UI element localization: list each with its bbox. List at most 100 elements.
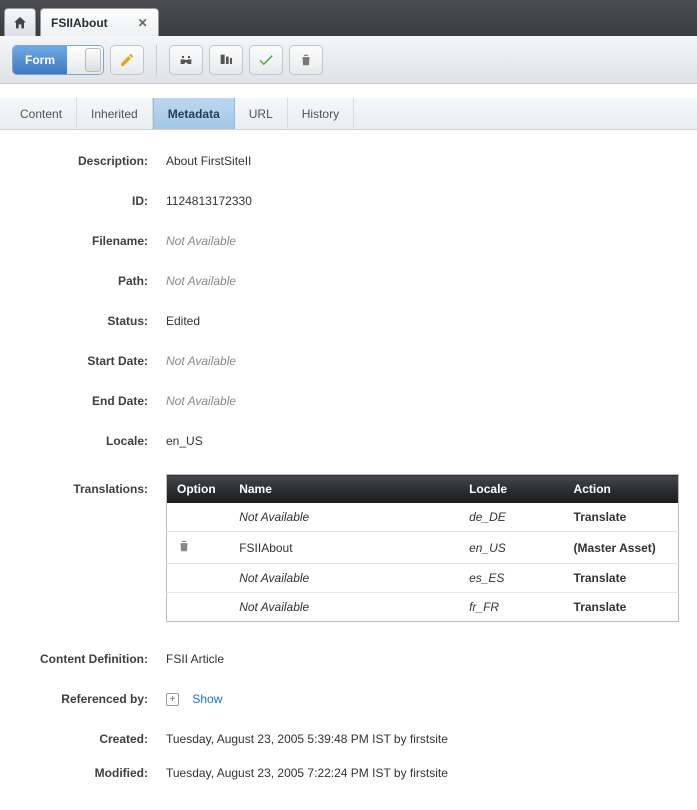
row-path: Path: Not Available — [18, 274, 679, 288]
row-filename: Filename: Not Available — [18, 234, 679, 248]
row-startdate: Start Date: Not Available — [18, 354, 679, 368]
row-enddate: End Date: Not Available — [18, 394, 679, 408]
option-cell — [167, 593, 230, 622]
tab-url-label: URL — [249, 107, 273, 121]
approve-button[interactable] — [249, 45, 283, 75]
locale-cell: en_US — [459, 532, 563, 564]
close-icon[interactable]: ✕ — [138, 16, 148, 30]
expand-icon[interactable]: + — [166, 693, 179, 706]
tab-history[interactable]: History — [288, 98, 354, 129]
table-row: Not Availablede_DETranslate — [167, 503, 679, 532]
value-modified: Tuesday, August 23, 2005 7:22:24 PM IST … — [166, 766, 679, 780]
inspect-button[interactable] — [169, 45, 203, 75]
label-enddate: End Date: — [18, 394, 166, 408]
trash-icon[interactable] — [177, 539, 191, 553]
label-startdate: Start Date: — [18, 354, 166, 368]
tab-content-label: Content — [20, 107, 62, 121]
tab-url[interactable]: URL — [235, 98, 288, 129]
tab-metadata-label: Metadata — [168, 107, 220, 121]
translations-header: Option Name Locale Action — [167, 475, 679, 504]
preview-button[interactable] — [209, 45, 243, 75]
row-id: ID: 1124813172330 — [18, 194, 679, 208]
translations-container: Option Name Locale Action Not Availabled… — [166, 474, 679, 622]
th-name: Name — [229, 475, 459, 504]
label-created: Created: — [18, 732, 166, 746]
value-startdate: Not Available — [166, 354, 679, 368]
binoculars-icon — [178, 52, 194, 68]
value-locale: en_US — [166, 434, 679, 448]
name-cell: Not Available — [229, 593, 459, 622]
toolbar: Form — [0, 36, 697, 84]
row-contentdef: Content Definition: FSII Article — [18, 652, 679, 666]
toggle-knob — [85, 48, 101, 72]
label-locale: Locale: — [18, 434, 166, 448]
show-link[interactable]: Show — [192, 692, 222, 706]
th-action: Action — [564, 475, 679, 504]
checkmark-icon — [257, 51, 275, 69]
action-cell[interactable]: Translate — [564, 564, 679, 593]
label-description: Description: — [18, 154, 166, 168]
action-cell[interactable]: Translate — [564, 593, 679, 622]
form-toggle-label: Form — [13, 46, 67, 74]
tab-history-label: History — [302, 107, 339, 121]
name-cell: Not Available — [229, 503, 459, 532]
edit-button[interactable] — [110, 45, 144, 75]
delete-button[interactable] — [289, 45, 323, 75]
value-filename: Not Available — [166, 234, 679, 248]
row-referencedby: Referenced by: + Show — [18, 692, 679, 706]
label-contentdef: Content Definition: — [18, 652, 166, 666]
value-created: Tuesday, August 23, 2005 5:39:48 PM IST … — [166, 732, 679, 746]
tab-title: FSIIAbout — [51, 16, 108, 30]
row-status: Status: Edited — [18, 314, 679, 328]
value-status: Edited — [166, 314, 679, 328]
table-row: Not Availablees_ESTranslate — [167, 564, 679, 593]
value-enddate: Not Available — [166, 394, 679, 408]
option-cell — [167, 564, 230, 593]
locale-cell: es_ES — [459, 564, 563, 593]
tab-metadata[interactable]: Metadata — [153, 98, 235, 129]
translations-table: Option Name Locale Action Not Availabled… — [166, 474, 679, 622]
tab-content[interactable]: Content — [0, 98, 77, 129]
devices-icon — [218, 52, 234, 68]
value-id: 1124813172330 — [166, 194, 679, 208]
locale-cell: fr_FR — [459, 593, 563, 622]
action-cell: (Master Asset) — [564, 532, 679, 564]
pencil-icon — [119, 52, 135, 68]
form-view-toggle[interactable]: Form — [12, 45, 104, 75]
tab-inherited-label: Inherited — [91, 107, 138, 121]
label-status: Status: — [18, 314, 166, 328]
row-modified: Modified: Tuesday, August 23, 2005 7:22:… — [18, 766, 679, 780]
label-modified: Modified: — [18, 766, 166, 780]
subtabs: Content Inherited Metadata URL History — [0, 98, 697, 130]
row-created: Created: Tuesday, August 23, 2005 5:39:4… — [18, 732, 679, 746]
label-filename: Filename: — [18, 234, 166, 248]
th-locale: Locale — [459, 475, 563, 504]
option-cell — [167, 532, 230, 564]
tab-fsiiabout[interactable]: FSIIAbout ✕ — [40, 8, 159, 36]
value-referencedby: + Show — [166, 692, 679, 706]
name-cell: FSIIAbout — [229, 532, 459, 564]
name-cell: Not Available — [229, 564, 459, 593]
trash-icon — [299, 53, 313, 67]
label-translations: Translations: — [18, 474, 166, 622]
label-id: ID: — [18, 194, 166, 208]
label-path: Path: — [18, 274, 166, 288]
row-description: Description: About FirstSiteII — [18, 154, 679, 168]
tab-inherited[interactable]: Inherited — [77, 98, 153, 129]
label-referencedby: Referenced by: — [18, 692, 166, 706]
value-contentdef: FSII Article — [166, 652, 679, 666]
table-row: Not Availablefr_FRTranslate — [167, 593, 679, 622]
action-cell[interactable]: Translate — [564, 503, 679, 532]
row-translations: Translations: Option Name Locale Action … — [18, 474, 679, 622]
metadata-panel: Description: About FirstSiteII ID: 11248… — [0, 130, 697, 810]
value-description: About FirstSiteII — [166, 154, 679, 168]
value-path: Not Available — [166, 274, 679, 288]
row-locale: Locale: en_US — [18, 434, 679, 448]
option-cell — [167, 503, 230, 532]
table-row: FSIIAbouten_US(Master Asset) — [167, 532, 679, 564]
toggle-slot — [67, 46, 103, 74]
home-tab[interactable] — [4, 8, 36, 36]
toolbar-separator — [156, 45, 157, 75]
th-option: Option — [167, 475, 230, 504]
window-tabbar: FSIIAbout ✕ — [0, 0, 697, 36]
